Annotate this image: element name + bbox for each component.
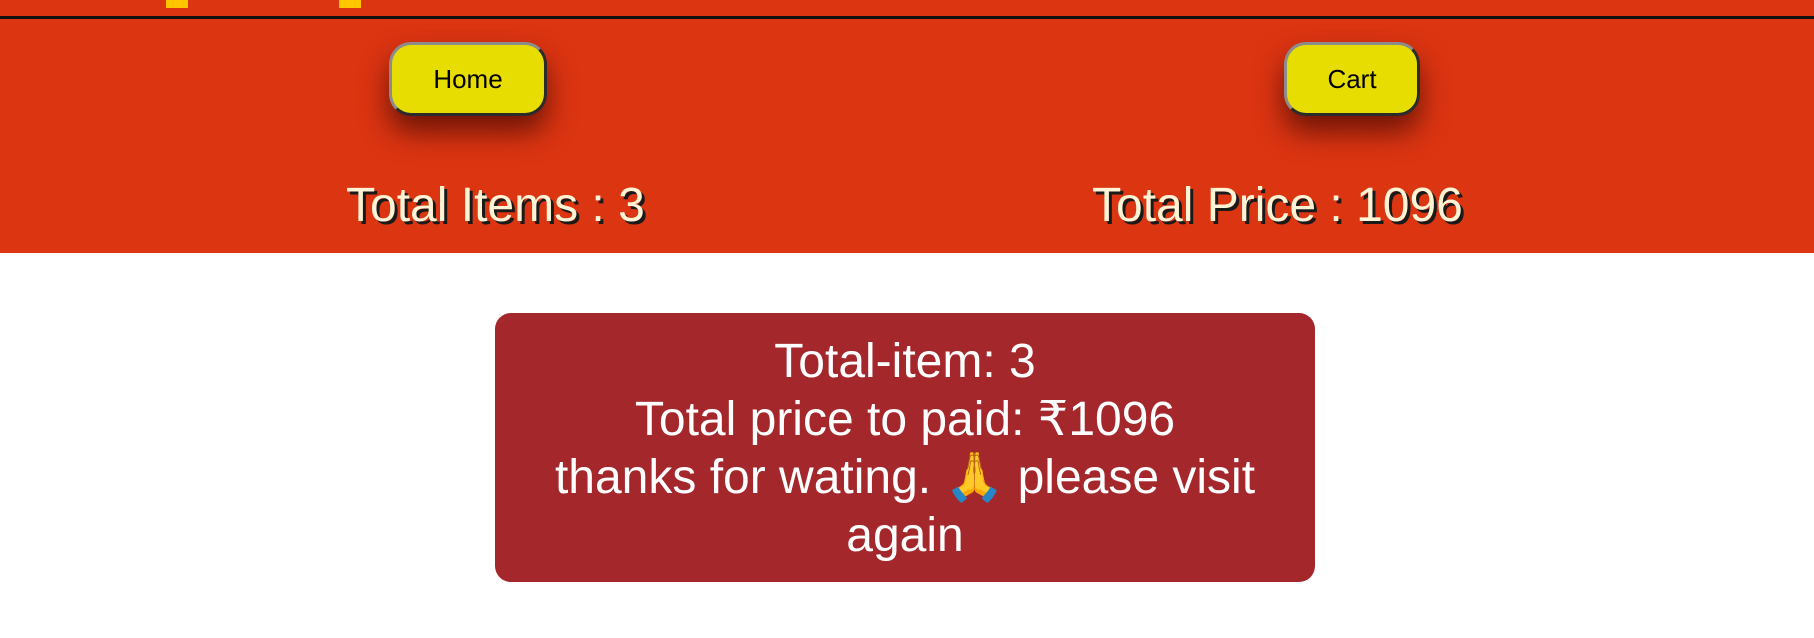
total-items-label: Total Items : 3 <box>346 179 645 232</box>
cart-button[interactable]: Cart <box>1284 42 1420 116</box>
folded-hands-icon: 🙏 <box>944 451 1005 504</box>
order-summary-card: Total-item: 3 Total price to paid: ₹1096… <box>495 313 1315 582</box>
logo-fragment-left <box>166 0 188 8</box>
home-button[interactable]: Home <box>389 42 547 116</box>
header-divider <box>0 16 1814 19</box>
total-price-label: Total Price : 1096 <box>1092 179 1463 232</box>
summary-total-price: Total price to paid: ₹1096 <box>634 393 1176 446</box>
summary-total-items: Total-item: 3 <box>774 335 1036 388</box>
logo-fragment-right <box>339 0 361 8</box>
top-header: Home Cart Total Items : 3 Total Price : … <box>0 0 1814 253</box>
thanks-text: thanks for wating. <box>554 451 932 504</box>
summary-thanks-message: thanks for wating. 🙏 please visit again <box>535 449 1275 565</box>
